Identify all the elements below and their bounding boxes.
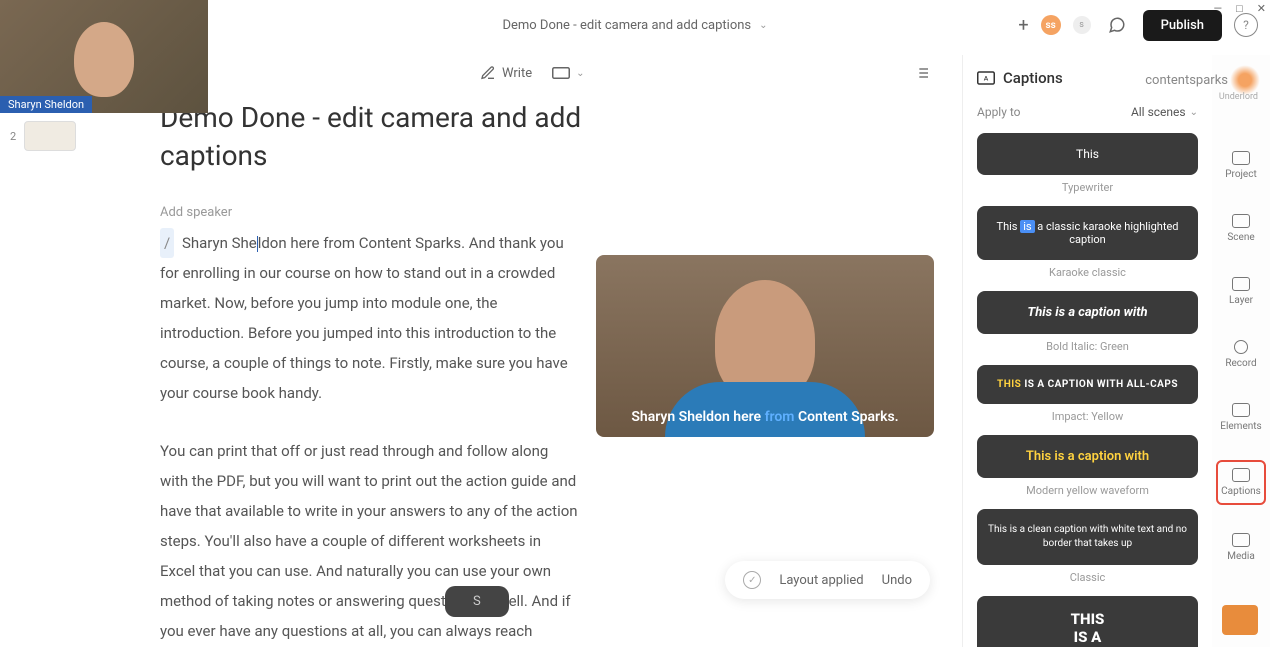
rail-scene[interactable]: Scene: [1216, 208, 1266, 249]
editor-toolbar: Write ⌄: [140, 55, 950, 99]
style-label: Bold Italic: Green: [977, 340, 1198, 353]
spark-icon: [1230, 65, 1260, 95]
scene-icon: [1232, 214, 1250, 228]
project-icon: [1232, 151, 1250, 165]
face-placeholder: [74, 22, 134, 97]
add-speaker-button[interactable]: Add speaker: [160, 205, 950, 220]
write-label: Write: [502, 66, 532, 81]
captions-panel: A Captions Apply to All scenes ⌄ This Ty…: [962, 55, 1212, 647]
caption-style-karaoke[interactable]: This is a classic karaoke highlighted ca…: [977, 206, 1198, 260]
transcript-segment[interactable]: You can print that off or just read thro…: [160, 436, 580, 646]
subscribe-badge[interactable]: [1222, 605, 1258, 635]
check-icon: ✓: [743, 571, 761, 589]
chat-icon[interactable]: [1103, 11, 1131, 39]
media-icon: [1232, 533, 1250, 547]
rail-media[interactable]: Media: [1216, 527, 1266, 568]
style-label: Modern yellow waveform: [977, 484, 1198, 497]
style-label: Classic: [977, 571, 1198, 584]
rail-project[interactable]: Project: [1216, 145, 1266, 186]
camera-preview[interactable]: Sharyn Sheldon: [0, 0, 208, 113]
chevron-down-icon: ⌄: [1190, 107, 1198, 118]
rail-elements[interactable]: Elements: [1216, 397, 1266, 438]
svg-text:A: A: [984, 74, 989, 82]
caption-style-typewriter[interactable]: This: [977, 133, 1198, 175]
caption-style-classic[interactable]: This is a clean caption with white text …: [977, 509, 1198, 565]
style-label: Typewriter: [977, 181, 1198, 194]
layer-icon: [1232, 277, 1250, 291]
captions-icon: A: [977, 71, 995, 85]
selector-value: All scenes: [1131, 105, 1186, 119]
caption-style-modern[interactable]: This is a caption with: [977, 435, 1198, 478]
chevron-down-icon: ⌄: [759, 20, 767, 31]
right-rail: Project Scene Layer Record Elements Capt…: [1212, 55, 1270, 647]
apply-to-row: Apply to All scenes ⌄: [977, 105, 1198, 119]
keyboard-hint: S: [445, 586, 509, 617]
brand-sub: Underlord: [1219, 92, 1258, 102]
scene-thumbnail[interactable]: 2: [10, 121, 198, 151]
caption-overlay: Sharyn Sheldon here from Content Sparks.: [631, 409, 898, 425]
publish-button[interactable]: Publish: [1143, 10, 1222, 41]
scene-number: 2: [10, 130, 16, 143]
rail-record[interactable]: Record: [1216, 334, 1266, 375]
brand-logo: contentsparks: [1145, 65, 1260, 95]
page-title[interactable]: Demo Done - edit camera and add captions: [160, 99, 600, 175]
marker-icon: /: [160, 228, 174, 258]
caption-style-bold-italic[interactable]: This is a caption with: [977, 291, 1198, 334]
layout-toast: ✓ Layout applied Undo: [725, 561, 930, 599]
caption-style-impact[interactable]: THIS IS A CAPTION WITH ALL-CAPS: [977, 365, 1198, 404]
avatar[interactable]: ss: [1041, 15, 1061, 35]
scenes-selector[interactable]: All scenes ⌄: [1131, 105, 1198, 119]
rail-captions[interactable]: Captions: [1216, 460, 1266, 505]
style-label: Karaoke classic: [977, 266, 1198, 279]
layout-tool[interactable]: ⌄: [552, 67, 584, 79]
captions-icon: [1232, 468, 1250, 482]
add-icon[interactable]: +: [1018, 15, 1028, 36]
toast-message: Layout applied: [779, 573, 863, 588]
help-icon[interactable]: ?: [1234, 13, 1258, 37]
transcript-segment[interactable]: Sharyn She: [182, 234, 257, 252]
record-icon: [1234, 340, 1248, 354]
left-panel: Sharyn Sheldon 2: [0, 0, 208, 159]
undo-button[interactable]: Undo: [882, 573, 912, 588]
apply-to-label: Apply to: [977, 105, 1021, 119]
caption-text: Content Sparks.: [798, 409, 899, 425]
project-title: Demo Done - edit camera and add captions: [502, 18, 751, 33]
style-label: Impact: Yellow: [977, 410, 1198, 423]
caption-highlight: from: [765, 409, 798, 425]
video-preview[interactable]: Sharyn Sheldon here from Content Sparks.: [596, 255, 934, 437]
avatar-secondary[interactable]: s: [1073, 16, 1091, 34]
chevron-down-icon: ⌄: [576, 68, 584, 79]
write-tool[interactable]: Write: [480, 65, 532, 81]
speaker-name-label: Sharyn Sheldon: [0, 96, 92, 113]
transcript-segment[interactable]: ldon here from Content Sparks. And thank…: [160, 234, 568, 402]
scene-image: [24, 121, 76, 151]
caption-text: Sharyn Sheldon here: [631, 409, 764, 425]
project-title-dropdown[interactable]: Demo Done - edit camera and add captions…: [502, 18, 767, 33]
caption-style-two-words[interactable]: THIS IS A: [977, 596, 1198, 647]
panel-title: Captions: [1003, 69, 1063, 87]
list-tool[interactable]: [914, 65, 930, 81]
elements-icon: [1232, 403, 1250, 417]
transcript[interactable]: / Sharyn Sheldon here from Content Spark…: [160, 228, 580, 646]
rail-layer[interactable]: Layer: [1216, 271, 1266, 312]
